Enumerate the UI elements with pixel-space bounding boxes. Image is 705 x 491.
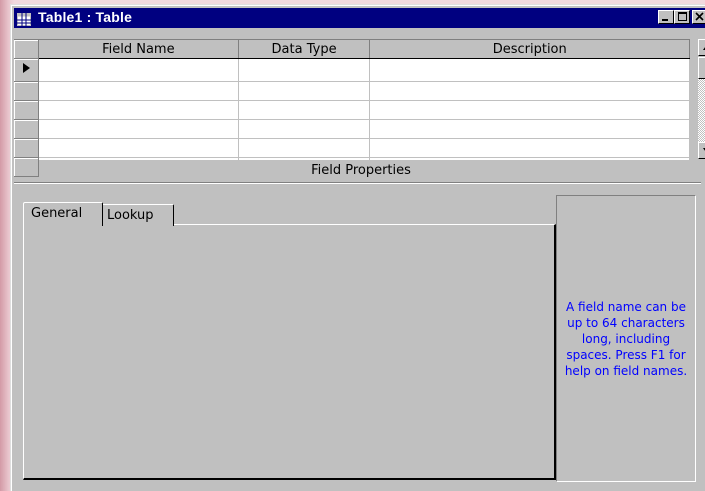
help-panel: A field name can be up to 64 characters … [556, 195, 696, 482]
close-button[interactable] [692, 10, 705, 24]
scroll-down-button[interactable] [698, 142, 705, 159]
scroll-thumb[interactable] [698, 57, 705, 79]
table-row[interactable] [14, 81, 690, 101]
tab-general[interactable]: General [23, 202, 103, 226]
table-design-window: Table1 : Table Field Name Data Type Desc… [10, 4, 705, 491]
data-type-cell[interactable] [238, 138, 371, 158]
row-selector[interactable] [14, 100, 39, 120]
general-tab-panel [23, 224, 556, 480]
description-cell[interactable] [369, 119, 690, 139]
row-selector[interactable] [14, 119, 39, 139]
divider [14, 182, 701, 184]
field-name-cell[interactable] [38, 81, 239, 101]
row-selector[interactable] [14, 81, 39, 101]
title-bar[interactable]: Table1 : Table [14, 8, 705, 28]
scroll-up-button[interactable] [698, 39, 705, 56]
row-selector[interactable] [14, 58, 39, 82]
column-header-description[interactable]: Description [369, 40, 690, 59]
data-type-cell[interactable] [238, 100, 371, 120]
window-title: Table1 : Table [38, 9, 133, 25]
tab-lookup[interactable]: Lookup [99, 204, 174, 226]
description-cell[interactable] [369, 81, 690, 101]
record-selector-icon [23, 63, 30, 73]
table-row[interactable] [14, 138, 690, 158]
data-type-cell[interactable] [238, 58, 371, 82]
grid-header-row: Field Name Data Type Description [14, 40, 690, 59]
scroll-track[interactable] [698, 79, 705, 142]
vertical-scrollbar[interactable] [698, 39, 705, 159]
field-name-cell[interactable] [38, 138, 239, 158]
minimize-icon [662, 19, 668, 21]
field-properties-label: Field Properties [311, 163, 411, 178]
maximize-button[interactable] [674, 10, 690, 24]
field-name-cell[interactable] [38, 100, 239, 120]
row-selector[interactable] [14, 138, 39, 158]
description-cell[interactable] [369, 138, 690, 158]
minimize-button[interactable] [658, 10, 674, 24]
scroll-down-icon [703, 148, 705, 151]
field-grid: Field Name Data Type Description [14, 39, 690, 177]
description-cell[interactable] [369, 58, 690, 82]
description-cell[interactable] [369, 100, 690, 120]
column-header-field-name[interactable]: Field Name [38, 40, 239, 59]
row-selector-header[interactable] [14, 40, 39, 59]
field-name-cell[interactable] [38, 119, 239, 139]
data-type-cell[interactable] [238, 81, 371, 101]
help-text: A field name can be up to 64 characters … [564, 299, 688, 378]
data-type-cell[interactable] [238, 119, 371, 139]
field-name-cell[interactable] [38, 58, 239, 82]
close-icon [695, 12, 704, 21]
table-row[interactable] [14, 119, 690, 139]
table-row[interactable] [14, 100, 690, 120]
scroll-up-icon [703, 47, 705, 50]
table-icon [17, 11, 31, 26]
column-header-data-type[interactable]: Data Type [238, 40, 371, 59]
maximize-icon [678, 12, 687, 21]
table-row[interactable] [14, 58, 690, 82]
